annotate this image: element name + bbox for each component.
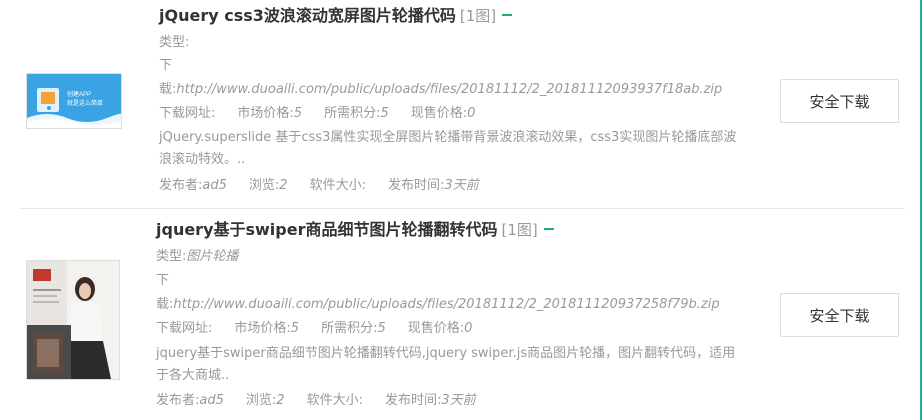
- points-value: 5: [377, 321, 386, 336]
- current-price-label: 现售价格:: [407, 321, 465, 336]
- resource-title-link[interactable]: jquery基于swiper商品细节图片轮播翻转代码: [156, 220, 498, 239]
- safe-download-button[interactable]: 安全下载: [780, 293, 899, 337]
- size-label: 软件大小:: [306, 393, 363, 408]
- safe-download-button[interactable]: 安全下载: [780, 79, 899, 123]
- time-label: 发布时间:: [387, 178, 445, 193]
- author-label: 发布者:: [159, 178, 203, 193]
- site-label: 下载网址:: [159, 106, 216, 121]
- price-line: 下载网址: 市场价格:5 所需积分:5 现售价格:0: [159, 106, 475, 122]
- thumbnail-text-1: 创建APP: [67, 90, 91, 98]
- resource-item: 创建APP 就是这么简单 jQuery css3波浪滚动宽屏图片轮播代码 [1图]…: [20, 0, 905, 209]
- download-prefix: 下: [159, 58, 173, 73]
- current-price-value: 0: [467, 106, 476, 121]
- resource-thumbnail[interactable]: 创建APP 就是这么简单: [26, 73, 122, 129]
- download-line: 载:http://www.duoaili.com/public/uploads/…: [156, 297, 720, 313]
- market-price-label: 市场价格:: [237, 106, 294, 121]
- download-list-page: 创建APP 就是这么简单 jQuery css3波浪滚动宽屏图片轮播代码 [1图]…: [0, 0, 922, 420]
- views-value: 2: [279, 178, 288, 193]
- resource-description: jQuery.superslide 基于css3属性实现全屏图片轮播带背景波浪滚…: [159, 130, 737, 167]
- author-label: 发布者:: [156, 393, 200, 408]
- market-price-label: 市场价格:: [234, 321, 291, 336]
- views-label: 浏览:: [245, 393, 277, 408]
- views-label: 浏览:: [248, 178, 280, 193]
- minus-icon[interactable]: [543, 227, 554, 230]
- resource-item: jquery基于swiper商品细节图片轮播翻转代码 [1图] 类型:图片轮播 下…: [20, 211, 905, 420]
- download-url[interactable]: http://www.duoaili.com/public/uploads/fi…: [176, 82, 722, 97]
- thumbnail-image: 创建APP 就是这么简单: [27, 74, 121, 128]
- author-value: ad5: [199, 393, 224, 408]
- points-label: 所需积分:: [321, 321, 378, 336]
- time-value: 3天前: [441, 393, 476, 408]
- market-price-value: 5: [290, 321, 300, 336]
- site-label: 下载网址:: [156, 321, 213, 336]
- resource-description: jquery基于swiper商品细节图片轮播翻转代码,jquery swiper…: [156, 346, 736, 383]
- thumbnail-text-2: 就是这么简单: [67, 99, 103, 107]
- title-row: jquery基于swiper商品细节图片轮播翻转代码 [1图]: [156, 219, 554, 241]
- download-label: 载:: [156, 297, 174, 312]
- meta-line: 发布者:ad5 浏览:2 软件大小: 发布时间:3天前: [159, 178, 479, 194]
- thumbnail-image: [27, 261, 119, 379]
- market-price-value: 5: [293, 106, 303, 121]
- download-label: 载:: [159, 82, 177, 97]
- download-prefix: 下: [156, 273, 170, 288]
- views-value: 2: [276, 393, 285, 408]
- resource-thumbnail[interactable]: [26, 260, 120, 380]
- type-line: 类型:图片轮播: [156, 249, 238, 265]
- image-count: [1图]: [501, 221, 538, 239]
- current-price-value: 0: [464, 321, 473, 336]
- type-label: 类型:: [159, 35, 190, 50]
- type-label: 类型:: [156, 249, 187, 264]
- points-label: 所需积分:: [324, 106, 381, 121]
- minus-icon[interactable]: [502, 13, 513, 16]
- author-value: ad5: [202, 178, 227, 193]
- resource-title-link[interactable]: jQuery css3波浪滚动宽屏图片轮播代码: [159, 6, 456, 25]
- type-value[interactable]: 图片轮播: [186, 249, 238, 264]
- price-line: 下载网址: 市场价格:5 所需积分:5 现售价格:0: [156, 321, 472, 337]
- current-price-label: 现售价格:: [410, 106, 468, 121]
- size-label: 软件大小:: [309, 178, 366, 193]
- title-row: jQuery css3波浪滚动宽屏图片轮播代码 [1图]: [159, 5, 513, 27]
- download-url[interactable]: http://www.duoaili.com/public/uploads/fi…: [173, 297, 719, 312]
- time-value: 3天前: [444, 178, 479, 193]
- points-value: 5: [380, 106, 389, 121]
- type-line: 类型:: [159, 35, 189, 51]
- time-label: 发布时间:: [384, 393, 442, 408]
- download-line: 载:http://www.duoaili.com/public/uploads/…: [159, 82, 722, 98]
- image-count: [1图]: [459, 7, 497, 25]
- meta-line: 发布者:ad5 浏览:2 软件大小: 发布时间:3天前: [156, 393, 476, 409]
